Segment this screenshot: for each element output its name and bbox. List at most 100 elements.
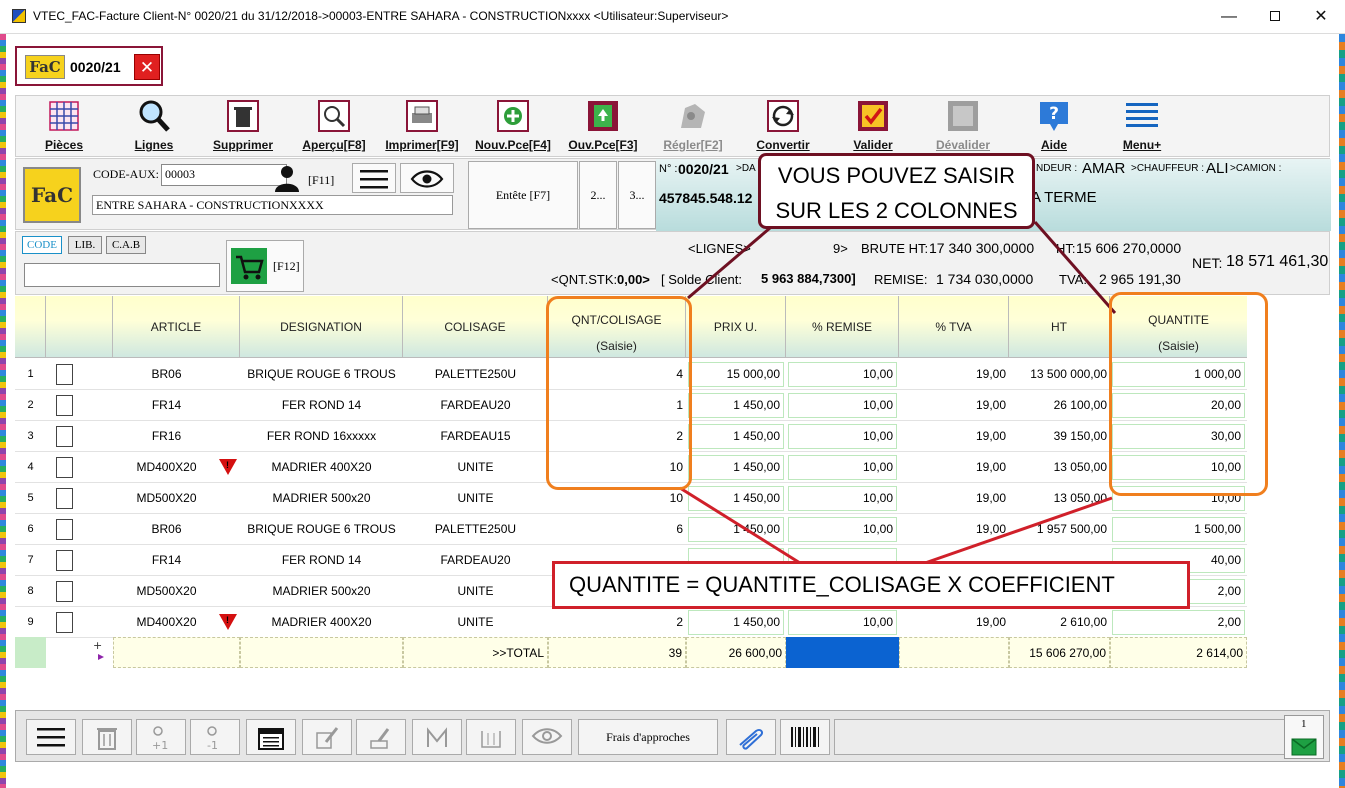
bottom-delete-button[interactable] <box>82 719 132 755</box>
eye-icon <box>531 728 563 744</box>
payment-terms: A TERME <box>1031 189 1097 206</box>
cell-prix[interactable]: 1 450,00 <box>688 455 784 480</box>
cell-remise[interactable]: 10,00 <box>788 517 897 542</box>
cell-prix[interactable]: 1 450,00 <box>688 610 784 635</box>
add-line-icon[interactable]: + <box>92 640 108 660</box>
row-checkbox[interactable] <box>56 426 73 447</box>
row-checkbox[interactable] <box>56 457 73 478</box>
regler-button[interactable]: Régler[F2] <box>658 98 728 156</box>
cell-ht: 13 050,00 <box>1053 460 1107 474</box>
devalider-button[interactable]: Dévalider <box>930 98 996 156</box>
aide-button[interactable]: ? Aide <box>1034 98 1074 156</box>
cell-qc[interactable]: 2 <box>548 607 686 638</box>
total-remise-selected-cell[interactable] <box>786 637 899 668</box>
row-checkbox[interactable] <box>56 550 73 571</box>
cell-prix[interactable]: 1 450,00 <box>688 486 784 511</box>
ht-value: 15 606 270,0000 <box>1076 240 1182 256</box>
menu-plus-button[interactable]: Menu+ <box>1116 98 1168 156</box>
document-tab[interactable]: FaC 0020/21 ✕ <box>15 46 163 86</box>
cell-prix[interactable]: 15 000,00 <box>688 362 784 387</box>
col-ht-header[interactable]: HT <box>1009 296 1110 358</box>
m-button[interactable] <box>412 719 462 755</box>
cell-remise[interactable]: 10,00 <box>788 486 897 511</box>
camion-label: >CAMION : <box>1230 163 1282 174</box>
valider-button[interactable]: Valider <box>846 98 900 156</box>
row-checkbox[interactable] <box>56 612 73 633</box>
col-remise-header[interactable]: % REMISE <box>786 296 899 358</box>
tab-2-button[interactable]: 2... <box>579 161 617 229</box>
maximize-button[interactable] <box>1252 4 1298 30</box>
ouv-pce-button[interactable]: Ouv.Pce[F3] <box>564 98 642 156</box>
pieces-button[interactable]: Pièces <box>36 98 92 156</box>
frais-approches-button[interactable]: Frais d'approches <box>578 719 718 755</box>
col-tva-header[interactable]: % TVA <box>899 296 1009 358</box>
cell-prix[interactable]: 1 450,00 <box>688 517 784 542</box>
add-to-cart-button[interactable]: [F12] <box>226 240 304 292</box>
client-view-button[interactable] <box>400 163 454 193</box>
view-button[interactable] <box>522 719 572 755</box>
code-aux-input[interactable]: 00003 <box>161 164 287 186</box>
col-colisage-header[interactable]: COLISAGE <box>403 296 548 358</box>
tab-code[interactable]: CODE <box>22 236 62 254</box>
increment-button[interactable]: +1 <box>136 719 186 755</box>
total-tva-cell <box>899 637 1009 668</box>
cell-qc[interactable]: 6 <box>548 514 686 545</box>
table-row[interactable]: 9 MD400X20 MADRIER 400X20 UNITE 2 1 450,00 10,… <box>15 607 1247 638</box>
nouv-pce-button[interactable]: Nouv.Pce[F4] <box>471 98 555 156</box>
table-row[interactable]: 6 BR06 BRIQUE ROUGE 6 TROUS PALETTE250U 6 1 4… <box>15 514 1247 545</box>
cell-prix[interactable]: 1 450,00 <box>688 424 784 449</box>
imprimer-button[interactable]: Imprimer[F9] <box>381 98 463 156</box>
tab-3-button[interactable]: 3... <box>618 161 656 229</box>
decrement-button[interactable]: -1 <box>190 719 240 755</box>
lignes-button[interactable]: Lignes <box>126 98 182 156</box>
total-label: >>TOTAL <box>403 637 548 668</box>
client-lookup-button[interactable]: [F11] <box>272 161 364 195</box>
cell-prix[interactable]: 1 450,00 <box>688 393 784 418</box>
close-window-button[interactable]: ✕ <box>1298 4 1344 30</box>
f12-label: [F12] <box>273 259 300 273</box>
barcode-button[interactable] <box>780 719 830 755</box>
client-name-field[interactable]: ENTRE SAHARA - CONSTRUCTIONXXXX <box>92 195 453 215</box>
col-article-header[interactable]: ARTICLE <box>113 296 240 358</box>
valider-label: Valider <box>853 138 893 152</box>
bottom-menu-button[interactable] <box>26 719 76 755</box>
cell-tva: 19,00 <box>975 429 1006 443</box>
col-designation-header[interactable]: DESIGNATION <box>240 296 403 358</box>
messages-button[interactable]: 1 <box>1284 715 1324 759</box>
row-checkbox[interactable] <box>56 519 73 540</box>
supprimer-button[interactable]: Supprimer <box>208 98 278 156</box>
row-number: 5 <box>27 492 34 504</box>
eye-icon <box>410 170 444 188</box>
cell-remise[interactable]: 10,00 <box>788 610 897 635</box>
edit-button[interactable] <box>302 719 352 755</box>
stamp-button[interactable] <box>356 719 406 755</box>
cell-remise[interactable]: 10,00 <box>788 393 897 418</box>
row-checkbox[interactable] <box>56 395 73 416</box>
cell-remise[interactable]: 10,00 <box>788 362 897 387</box>
cell-remise[interactable]: 10,00 <box>788 455 897 480</box>
cell-qte[interactable]: 1 500,00 <box>1112 517 1245 542</box>
article-code-input[interactable] <box>24 263 220 287</box>
callout-top-line1: VOUS POUVEZ SAISIR <box>777 163 1016 188</box>
row-checkbox[interactable] <box>56 364 73 385</box>
row-checkbox[interactable] <box>56 488 73 509</box>
apercu-button[interactable]: Aperçu[F8] <box>298 98 370 156</box>
calendar-button[interactable] <box>246 719 296 755</box>
tab-lib[interactable]: LIB. <box>68 236 102 254</box>
lignes-count: 9> <box>833 241 848 256</box>
attachment-button[interactable] <box>726 719 776 755</box>
person-icon <box>275 166 299 192</box>
tab-cab[interactable]: C.A.B <box>106 236 146 254</box>
columns-button[interactable] <box>466 719 516 755</box>
row-checkbox[interactable] <box>56 581 73 602</box>
minimize-button[interactable]: — <box>1206 4 1252 30</box>
col-prix-header[interactable]: PRIX U. <box>686 296 786 358</box>
cell-designation: FER ROND 14 <box>281 553 362 567</box>
cell-qte[interactable]: 2,00 <box>1112 610 1245 635</box>
code-aux-label: CODE-AUX: <box>93 167 159 181</box>
entete-button[interactable]: Entête [F7] <box>468 161 578 229</box>
convertir-button[interactable]: Convertir <box>751 98 815 156</box>
cell-remise[interactable]: 10,00 <box>788 424 897 449</box>
client-list-button[interactable] <box>352 163 396 193</box>
close-tab-button[interactable]: ✕ <box>134 54 160 80</box>
